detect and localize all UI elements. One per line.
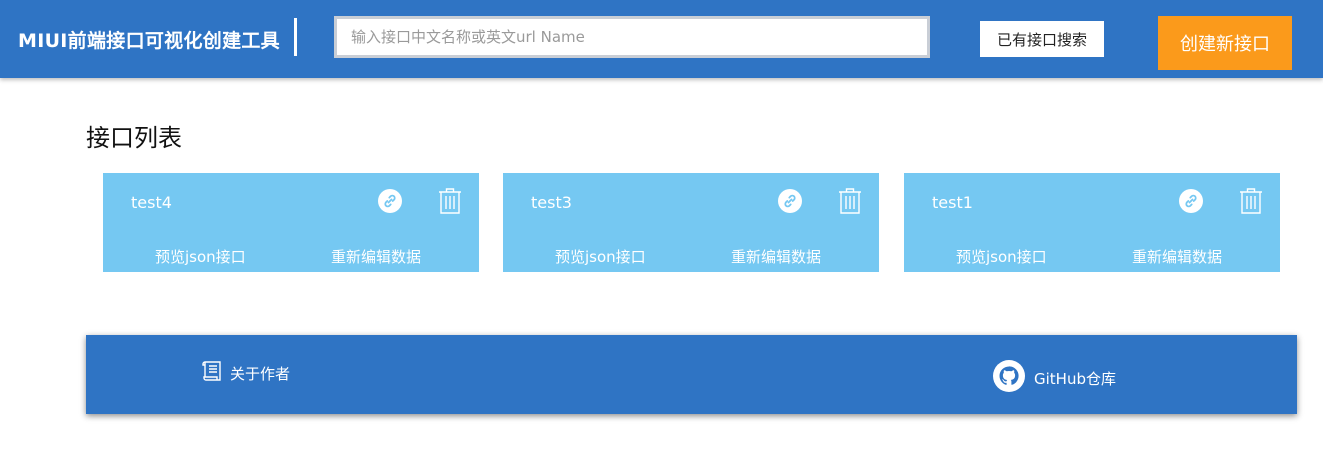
github-repo-link[interactable]: GitHub仓库 [992,359,1116,397]
interface-card: test3 预览json接口 重新编辑数据 [503,173,879,272]
preview-json-link[interactable]: 预览json接口 [155,246,246,267]
app-title: MIUI前端接口可视化创建工具 [18,30,280,52]
trash-icon[interactable] [438,187,462,215]
scroll-icon [200,359,224,387]
search-input[interactable] [334,16,930,58]
github-icon [992,359,1026,397]
page-title: 接口列表 [86,124,182,152]
preview-json-link[interactable]: 预览json接口 [956,246,1047,267]
edit-data-link[interactable]: 重新编辑数据 [731,246,821,267]
trash-icon[interactable] [838,187,862,215]
card-name: test1 [932,193,973,212]
link-icon[interactable] [378,189,402,213]
card-name: test3 [531,193,572,212]
trash-icon[interactable] [1239,187,1263,215]
interface-card: test4 预览json接口 重新编辑数据 [103,173,479,272]
edit-data-link[interactable]: 重新编辑数据 [1132,246,1222,267]
interface-card: test1 预览json接口 重新编辑数据 [904,173,1280,272]
preview-json-link[interactable]: 预览json接口 [555,246,646,267]
search-existing-button[interactable]: 已有接口搜索 [980,21,1104,57]
top-header: MIUI前端接口可视化创建工具 已有接口搜索 创建新接口 [0,0,1323,78]
about-author-link[interactable]: 关于作者 [200,359,290,387]
header-divider [294,18,297,56]
edit-data-link[interactable]: 重新编辑数据 [331,246,421,267]
about-author-label: 关于作者 [230,364,291,383]
github-repo-label: GitHub仓库 [1034,369,1116,388]
footer-bar: 关于作者 GitHub仓库 [86,335,1297,414]
link-icon[interactable] [778,189,802,213]
link-icon[interactable] [1179,189,1203,213]
create-interface-button[interactable]: 创建新接口 [1158,16,1292,70]
card-name: test4 [131,193,172,212]
